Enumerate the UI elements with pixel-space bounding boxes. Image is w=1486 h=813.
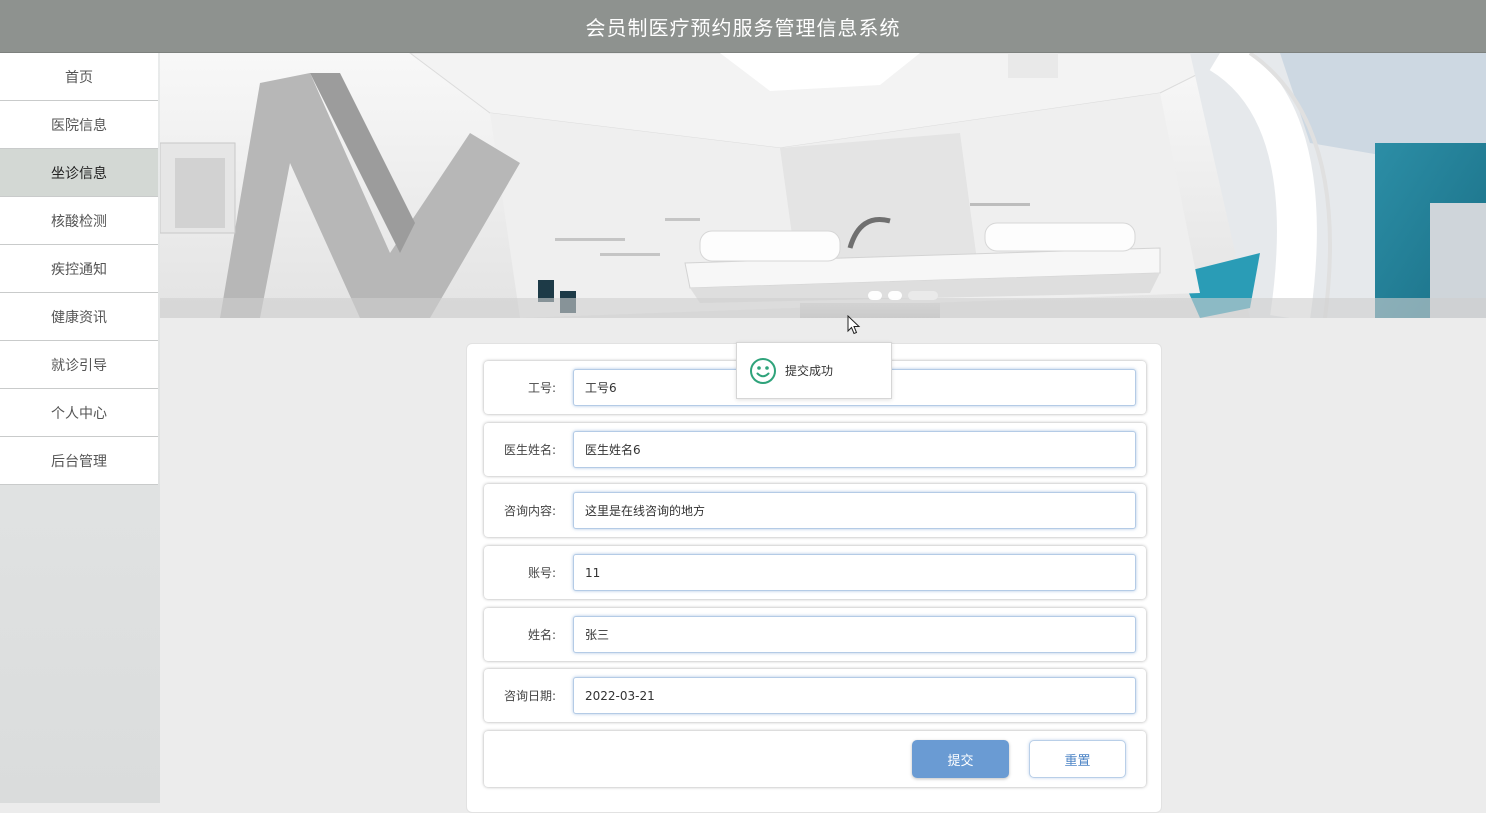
sidebar-item-label: 首页: [65, 69, 93, 86]
sidebar-item-cdc-notice[interactable]: 疾控通知: [0, 245, 158, 293]
doctor-name-input[interactable]: [573, 431, 1136, 468]
carousel-dot-3[interactable]: [908, 291, 938, 300]
sidebar-item-clinic-info[interactable]: 坐诊信息: [0, 149, 158, 197]
reset-button[interactable]: 重置: [1029, 740, 1126, 778]
consult-date-input[interactable]: [573, 677, 1136, 714]
submit-button[interactable]: 提交: [912, 740, 1009, 778]
sidebar-item-personal-center[interactable]: 个人中心: [0, 389, 158, 437]
success-toast: 提交成功: [736, 342, 892, 399]
form-row-account: 账号:: [484, 546, 1146, 599]
doctor-name-label: 医生姓名:: [503, 443, 556, 457]
carousel-dot-2[interactable]: [888, 291, 902, 300]
consult-date-label: 咨询日期:: [503, 689, 556, 703]
staff-id-label: 工号:: [527, 381, 556, 395]
sidebar-item-label: 就诊引导: [51, 357, 107, 374]
sidebar-nav: 首页 医院信息 坐诊信息 核酸检测 疾控通知 健康资讯 就诊引导 个人中心 后台…: [0, 53, 160, 803]
smile-icon: [750, 357, 776, 384]
account-label: 账号:: [527, 566, 556, 580]
name-label: 姓名:: [527, 628, 556, 642]
name-input[interactable]: [573, 616, 1136, 653]
sidebar-item-admin[interactable]: 后台管理: [0, 437, 158, 485]
sidebar-item-visit-guide[interactable]: 就诊引导: [0, 341, 158, 389]
carousel-dot-1[interactable]: [868, 291, 882, 300]
app-title: 会员制医疗预约服务管理信息系统: [585, 15, 901, 40]
sidebar-item-home[interactable]: 首页: [0, 53, 158, 101]
sidebar-item-label: 坐诊信息: [51, 165, 107, 182]
sidebar-item-health-news[interactable]: 健康资讯: [0, 293, 158, 341]
app-header: 会员制医疗预约服务管理信息系统: [0, 0, 1486, 53]
mouse-cursor-icon: [847, 315, 861, 335]
form-row-consult-date: 咨询日期:: [484, 669, 1146, 722]
sidebar-item-label: 核酸检测: [51, 213, 107, 230]
banner-image: [160, 53, 1486, 318]
sidebar-item-label: 个人中心: [51, 405, 107, 422]
form-row-name: 姓名:: [484, 608, 1146, 661]
banner-carousel[interactable]: [160, 53, 1486, 318]
sidebar-item-label: 健康资讯: [51, 309, 107, 326]
sidebar-item-label: 疾控通知: [51, 261, 107, 278]
consultation-form: 工号: 医生姓名: 咨询内容: 账号: 姓名: 咨询日期: 提交 重置: [466, 343, 1162, 813]
sidebar-item-hospital-info[interactable]: 医院信息: [0, 101, 158, 149]
form-actions: 提交 重置: [484, 731, 1146, 787]
consult-content-input[interactable]: [573, 492, 1136, 529]
form-row-doctor-name: 医生姓名:: [484, 423, 1146, 476]
sidebar-item-label: 后台管理: [51, 453, 107, 470]
form-row-consult-content: 咨询内容:: [484, 484, 1146, 537]
sidebar-item-nucleic-test[interactable]: 核酸检测: [0, 197, 158, 245]
sidebar-item-label: 医院信息: [51, 117, 107, 134]
carousel-indicators: [868, 291, 938, 300]
consult-content-label: 咨询内容:: [503, 504, 556, 518]
toast-message: 提交成功: [785, 364, 834, 378]
account-input[interactable]: [573, 554, 1136, 591]
